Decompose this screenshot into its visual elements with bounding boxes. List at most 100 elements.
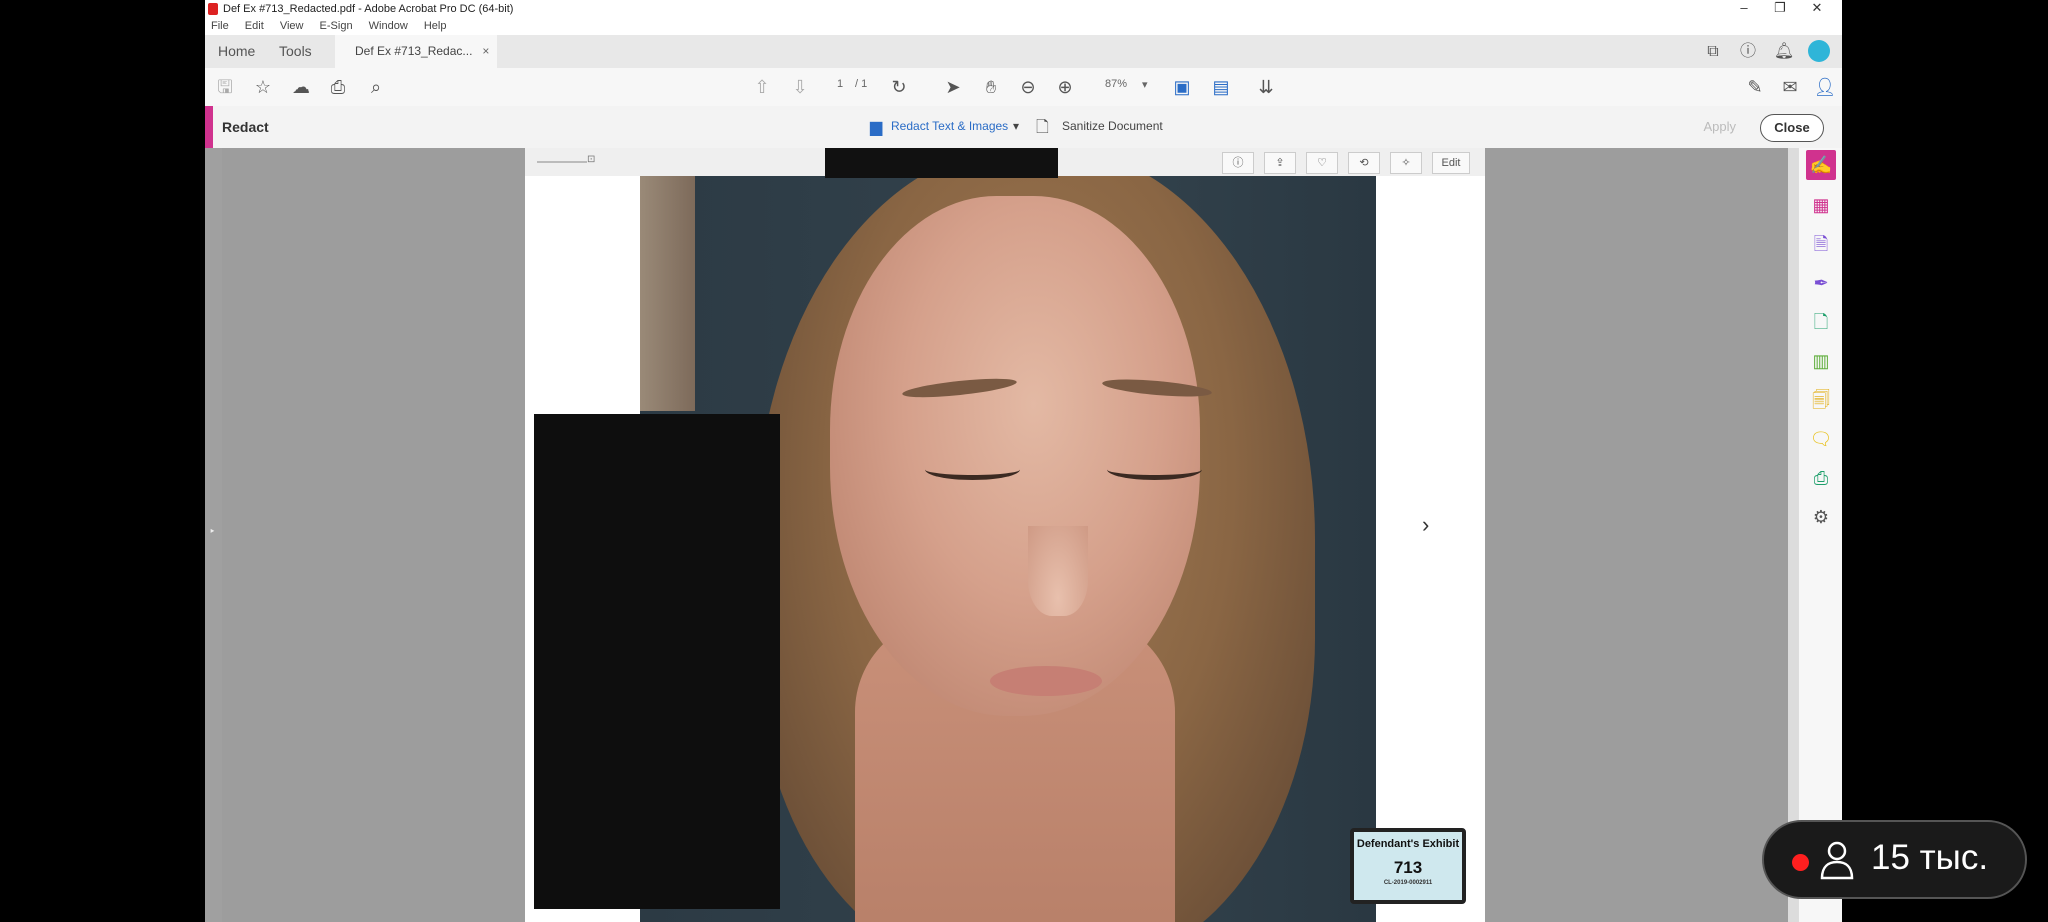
cloud-upload-icon[interactable]: ☁: [288, 75, 314, 99]
redact-accent: [205, 106, 213, 148]
photo-eye-right: [1107, 459, 1202, 480]
edit-image-button[interactable]: Edit: [1432, 152, 1470, 174]
compare-icon[interactable]: ▥: [1806, 346, 1836, 376]
print-icon[interactable]: ⎙: [325, 75, 351, 99]
rotate-image-icon[interactable]: ⟲: [1348, 152, 1380, 174]
sign-icon[interactable]: ✎: [1742, 75, 1768, 99]
live-dot-icon: [1792, 854, 1809, 871]
main-toolbar: 🖫︎ ☆ ☁ ⎙ ⌕ ⇧ ⇩ 1 / 1 ↻ ➤ ✋︎ ⊖ ⊕ 87% ▾ ▣ …: [205, 68, 1842, 107]
slider-handle-icon: ⊡: [587, 154, 596, 165]
vertical-scrollbar[interactable]: [1788, 148, 1798, 922]
menu-edit[interactable]: Edit: [245, 18, 264, 35]
window-title: Def Ex #713_Redacted.pdf - Adobe Acrobat…: [223, 3, 514, 15]
comment-icon[interactable]: 🗨︎: [1806, 424, 1836, 454]
avatar[interactable]: [1808, 40, 1830, 62]
heart-icon[interactable]: ♡: [1306, 152, 1338, 174]
fit-page-icon[interactable]: ▣: [1169, 75, 1195, 99]
edit-pdf-icon[interactable]: 🗐︎: [1806, 385, 1836, 415]
more-tools-icon[interactable]: ⚙: [1806, 502, 1836, 532]
acrobat-icon: [208, 3, 218, 15]
menu-bar: File Edit View E-Sign Window Help: [205, 18, 1842, 35]
minimize-button[interactable]: –: [1729, 0, 1759, 16]
pdf-page[interactable]: ⊡ ⓘ ⇪ ♡ ⟲ ✧ Edit › Defendant's Exhibit 7…: [525, 148, 1485, 922]
organize-pages-icon[interactable]: ▦: [1806, 190, 1836, 220]
menu-view[interactable]: View: [280, 18, 304, 35]
tab-home[interactable]: Home: [218, 35, 255, 68]
zoom-level[interactable]: 87%: [1105, 78, 1127, 90]
tab-close-icon[interactable]: ×: [482, 44, 489, 58]
title-bar: Def Ex #713_Redacted.pdf - Adobe Acrobat…: [205, 0, 1842, 18]
fill-sign-icon[interactable]: ✒: [1806, 268, 1836, 298]
exhibit-stamp-case: CL-2019-0002911: [1383, 880, 1433, 886]
photo-eye-left: [925, 459, 1020, 480]
close-window-button[interactable]: ✕: [1802, 0, 1832, 16]
sanitize-icon: 🗋︎: [1036, 119, 1049, 136]
photo-face: [830, 196, 1200, 716]
email-icon[interactable]: ✉: [1777, 75, 1803, 99]
menu-esign[interactable]: E-Sign: [320, 18, 353, 35]
print-production-icon[interactable]: ⎙: [1806, 463, 1836, 493]
create-pdf-icon[interactable]: 🗋︎: [1806, 307, 1836, 337]
exhibit-stamp: Defendant's Exhibit 713 CL-2019-0002911: [1350, 828, 1466, 904]
prev-page-icon[interactable]: ⇧: [749, 75, 775, 99]
redact-text-images-button[interactable]: Redact Text & Images: [891, 119, 1008, 133]
page-total: / 1: [855, 78, 868, 90]
hand-tool-icon[interactable]: ✋︎: [978, 75, 1004, 99]
redaction-box-left[interactable]: [534, 414, 780, 909]
redact-tool-icon-panel[interactable]: ✍: [1806, 150, 1836, 180]
exhibit-stamp-number: 713: [1393, 858, 1423, 877]
redact-title: Redact: [222, 119, 269, 135]
tab-bar: Home Tools Def Ex #713_Redac... × ⧉ ⓘ 🔔︎: [205, 35, 1842, 69]
redaction-box-top[interactable]: [825, 148, 1058, 178]
next-page-icon[interactable]: ⇩: [787, 75, 813, 99]
tab-document[interactable]: Def Ex #713_Redac... ×: [335, 35, 498, 68]
menu-file[interactable]: File: [211, 18, 229, 35]
info-icon[interactable]: ⓘ: [1222, 152, 1254, 174]
read-mode-icon[interactable]: ⇊: [1253, 75, 1279, 99]
tab-document-label: Def Ex #713_Redac...: [355, 44, 473, 58]
zoom-dropdown-icon[interactable]: ▾: [1142, 78, 1148, 91]
export-pdf-icon[interactable]: 🗎︎: [1806, 229, 1836, 259]
bell-icon[interactable]: 🔔︎: [1773, 41, 1795, 63]
menu-window[interactable]: Window: [369, 18, 408, 35]
viewer-count: 15 тыс.: [1871, 838, 1989, 877]
zoom-in-icon[interactable]: ⊕: [1052, 75, 1078, 99]
page-margin-right: [1485, 148, 1788, 922]
left-panel-toggle[interactable]: ‣: [205, 148, 222, 922]
bookmark-star-icon[interactable]: ☆: [250, 75, 276, 99]
close-redact-button[interactable]: Close: [1760, 114, 1824, 142]
viewer-user-icon: [1820, 841, 1854, 880]
help-icon[interactable]: ⓘ: [1737, 41, 1759, 63]
photo-lips: [990, 666, 1102, 696]
zoom-out-icon[interactable]: ⊖: [1015, 75, 1041, 99]
document-area: ‣ ⊡ ⓘ ⇪ ♡ ⟲ ✧ Edit › Defendant's Exhibit…: [205, 148, 1788, 922]
scroll-mode-icon[interactable]: ▤: [1208, 75, 1234, 99]
maximize-button[interactable]: ❐: [1765, 0, 1795, 16]
share-screen-icon[interactable]: ⧉: [1702, 41, 1724, 63]
live-viewers-badge: 15 тыс.: [1762, 820, 2027, 899]
expand-left-icon: ‣: [209, 526, 216, 538]
photo-nose: [1028, 526, 1088, 616]
share-icon[interactable]: ⇪: [1264, 152, 1296, 174]
exhibit-stamp-title: Defendant's Exhibit: [1356, 838, 1460, 850]
save-icon[interactable]: 🖫︎: [212, 75, 238, 99]
apply-button[interactable]: Apply: [1703, 119, 1736, 134]
image-zoom-slider[interactable]: [537, 161, 587, 163]
acrobat-window: Def Ex #713_Redacted.pdf - Adobe Acrobat…: [205, 0, 1842, 922]
tools-panel: ✍ ▦ 🗎︎ ✒ 🗋︎ ▥ 🗐︎ 🗨︎ ⎙ ⚙: [1798, 148, 1842, 922]
tab-tools[interactable]: Tools: [279, 35, 312, 68]
menu-help[interactable]: Help: [424, 18, 447, 35]
redact-tool-icon: ▆: [870, 119, 883, 136]
redact-toolbar: Redact ▆ Redact Text & Images ▾ 🗋︎ Sanit…: [205, 106, 1842, 149]
zoom-search-icon[interactable]: ⌕: [363, 75, 389, 99]
sanitize-document-button[interactable]: Sanitize Document: [1062, 119, 1163, 133]
select-cursor-icon[interactable]: ➤: [940, 75, 966, 99]
photo-doorframe: [640, 176, 695, 411]
redact-dropdown-icon[interactable]: ▾: [1013, 119, 1019, 133]
share-user-icon[interactable]: 👤︎: [1812, 75, 1838, 99]
page-current[interactable]: 1: [837, 78, 843, 90]
enhance-icon[interactable]: ✧: [1390, 152, 1422, 174]
rotate-icon[interactable]: ↻: [886, 75, 912, 99]
next-image-icon[interactable]: ›: [1422, 512, 1429, 538]
page-margin-left: [222, 148, 525, 922]
